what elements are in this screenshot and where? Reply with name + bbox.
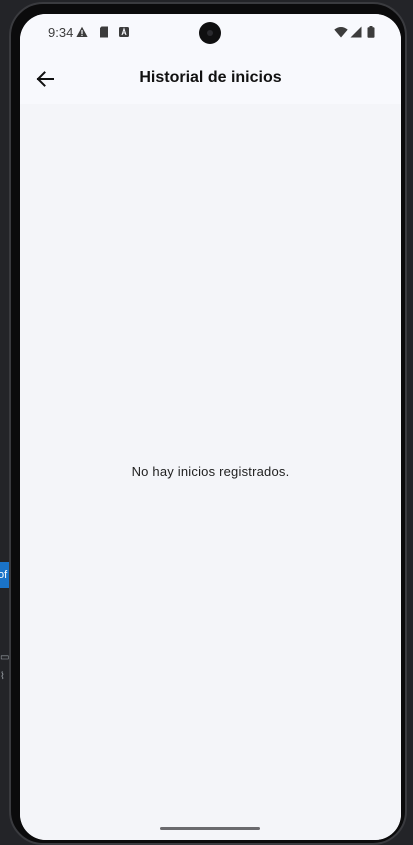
wifi-icon xyxy=(334,27,348,38)
empty-state-message: No hay inicios registrados. xyxy=(131,464,290,479)
page-title: Historial de inicios xyxy=(139,69,282,86)
battery-icon xyxy=(367,26,375,38)
status-time: 9:34 xyxy=(48,25,74,40)
login-history-list: No hay inicios registrados. xyxy=(20,104,401,840)
side-toolbar-icon[interactable]: ⌇ xyxy=(0,672,9,682)
side-tab-fragment[interactable]: of xyxy=(0,562,9,588)
sd-card-icon xyxy=(100,26,108,38)
cell-signal-icon xyxy=(350,26,362,38)
front-camera xyxy=(199,22,221,44)
app-bar: Historial de inicios xyxy=(20,54,401,104)
warning-icon xyxy=(76,26,88,37)
back-button[interactable] xyxy=(30,64,60,94)
side-toolbar-icon[interactable]: ▭ xyxy=(0,653,9,663)
phone-screen: 9:34 Historial de inicios No hay inicios… xyxy=(20,14,401,840)
arrow-left-icon xyxy=(36,71,54,87)
gesture-nav-handle[interactable] xyxy=(160,827,260,830)
status-bar: 9:34 xyxy=(20,14,401,54)
a-badge-icon xyxy=(119,27,129,37)
